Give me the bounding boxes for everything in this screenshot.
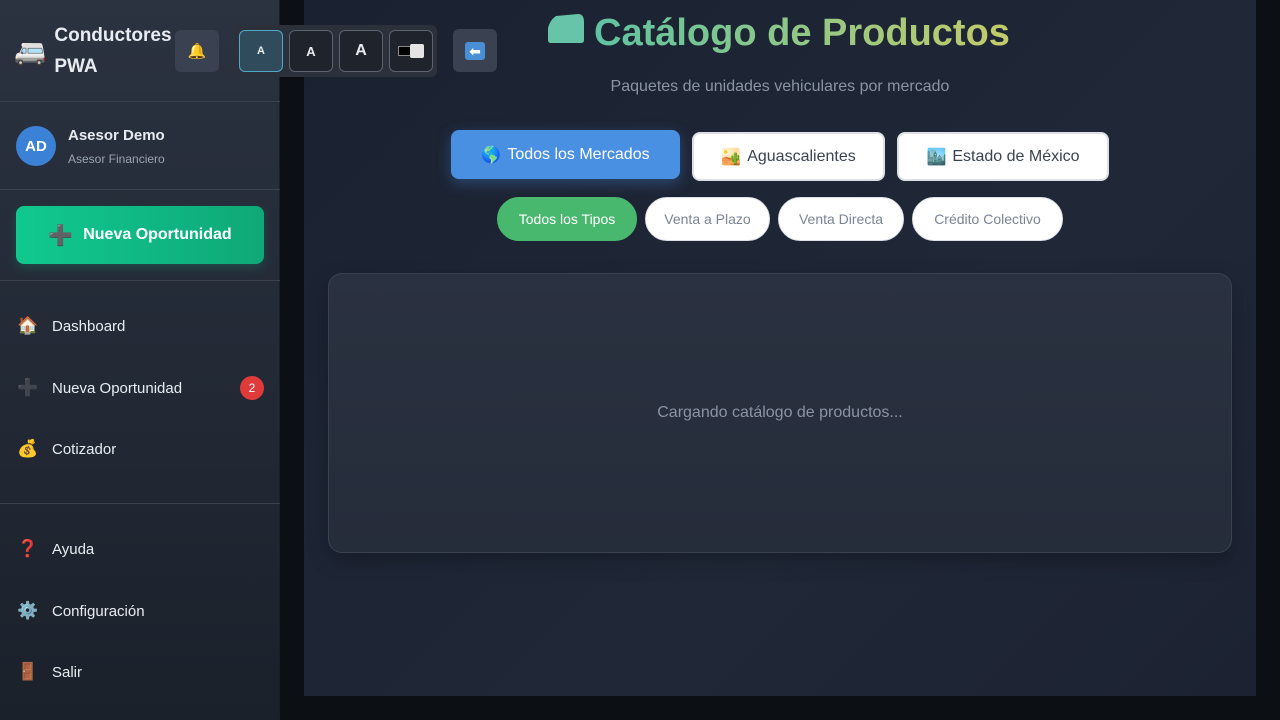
main-content: Catálogo de Productos Paquetes de unidad… [304, 0, 1256, 696]
font-size-small-button[interactable]: A [239, 30, 283, 72]
car-icon [544, 10, 586, 56]
question-icon: ❓ [17, 539, 39, 558]
user-role: Asesor Financiero [68, 151, 165, 166]
notifications-button[interactable]: 🔔 [175, 30, 219, 72]
sidebar-item-help[interactable]: ❓ Ayuda [16, 529, 264, 569]
market-filter-label: Estado de México [952, 147, 1080, 165]
door-icon: 🚪 [17, 662, 39, 681]
plus-icon: ➕ [48, 224, 74, 247]
font-size-medium-button[interactable]: A [289, 30, 333, 72]
user-name: Asesor Demo [68, 126, 165, 144]
sidebar: 🚐 Conductores PWA AD Asesor Demo Asesor … [0, 0, 280, 720]
sidebar-item-new-opportunity[interactable]: ➕ Nueva Oportunidad 2 [16, 368, 264, 408]
sidebar-item-label: Salir [52, 663, 83, 681]
market-filter-label: Aguascalientes [747, 147, 856, 165]
avatar: AD [16, 126, 56, 166]
plus-icon: ➕ [17, 378, 39, 397]
sidebar-item-label: Dashboard [52, 317, 126, 335]
globe-icon: 🌎 [481, 146, 502, 164]
desert-icon: 🏜️ [721, 148, 742, 166]
sidebar-item-label: Nueva Oportunidad [52, 379, 183, 397]
app-name: Conductores PWA [54, 25, 172, 77]
home-icon: 🏠 [17, 316, 39, 335]
page-subtitle: Paquetes de unidades vehiculares por mer… [610, 78, 950, 95]
notification-badge: 2 [240, 376, 264, 400]
bell-icon: 🔔 [187, 43, 207, 60]
accessibility-toolbar: A A A [235, 25, 437, 77]
sidebar-item-label: Cotizador [52, 440, 117, 458]
market-filter-edomex[interactable]: 🏙️ Estado de México [897, 132, 1109, 181]
market-filter-label: Todos los Mercados [507, 145, 650, 163]
high-contrast-button[interactable] [389, 30, 433, 72]
van-icon: 🚐 [14, 36, 47, 66]
font-size-large-button[interactable]: A [339, 30, 383, 72]
divider [0, 280, 280, 281]
new-opportunity-button[interactable]: ➕ Nueva Oportunidad [16, 206, 264, 264]
sidebar-item-logout[interactable]: 🚪 Salir [16, 652, 264, 692]
user-profile[interactable]: AD Asesor Demo Asesor Financiero [16, 126, 165, 166]
gear-icon: ⚙️ [17, 601, 39, 620]
market-filter-aguascalientes[interactable]: 🏜️ Aguascalientes [692, 132, 885, 181]
money-bag-icon: 💰 [17, 439, 39, 458]
page-title: Catálogo de Productos [544, 10, 1010, 56]
catalog-panel: Cargando catálogo de productos... [328, 273, 1232, 553]
divider [0, 503, 280, 504]
divider [0, 189, 280, 190]
back-arrow-icon: ⬅ [465, 41, 485, 60]
sidebar-item-settings[interactable]: ⚙️ Configuración [16, 591, 264, 631]
type-filter-venta-directa[interactable]: Venta Directa [778, 197, 904, 241]
type-filter-credito-colectivo[interactable]: Crédito Colectivo [912, 197, 1063, 241]
brand[interactable]: 🚐 Conductores PWA [14, 20, 179, 82]
type-filter-all[interactable]: Todos los Tipos [497, 197, 637, 241]
city-icon: 🏙️ [926, 148, 947, 166]
loading-message: Cargando catálogo de productos... [657, 404, 903, 421]
market-filter-all[interactable]: 🌎 Todos los Mercados [451, 130, 680, 179]
sidebar-item-cotizador[interactable]: 💰 Cotizador [16, 429, 264, 469]
divider [0, 101, 280, 102]
sidebar-item-dashboard[interactable]: 🏠 Dashboard [16, 306, 264, 346]
page-title-text: Catálogo de Productos [594, 11, 1010, 54]
contrast-toggle-icon [398, 44, 424, 58]
sidebar-item-label: Ayuda [52, 540, 95, 558]
new-opportunity-label: Nueva Oportunidad [83, 226, 232, 243]
type-filter-venta-plazo[interactable]: Venta a Plazo [645, 197, 770, 241]
back-button[interactable]: ⬅ [453, 29, 497, 72]
sidebar-item-label: Configuración [52, 602, 145, 620]
